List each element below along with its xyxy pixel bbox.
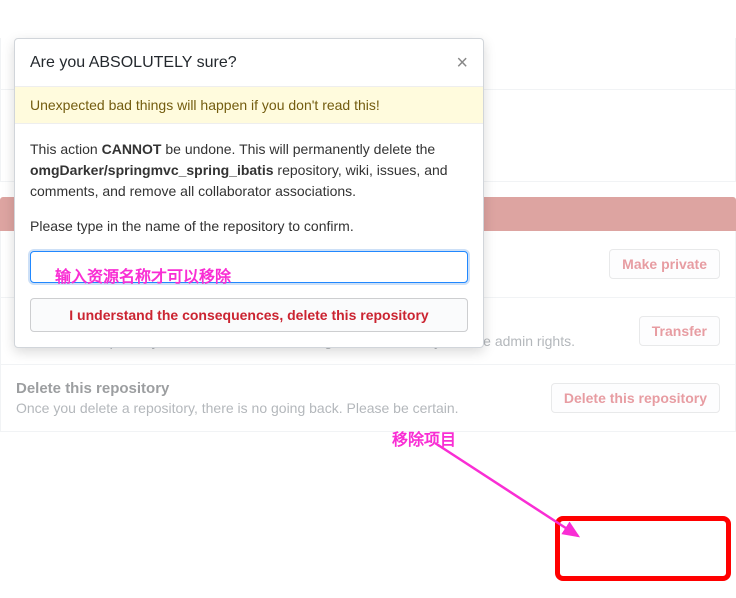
confirm-delete-button[interactable]: I understand the consequences, delete th… <box>30 298 468 332</box>
modal-prompt: Please type in the name of the repositor… <box>30 216 468 237</box>
confirm-delete-modal: Are you ABSOLUTELY sure? × Unexpected ba… <box>14 38 484 348</box>
modal-body-text: This action CANNOT be undone. This will … <box>30 139 468 202</box>
close-icon[interactable]: × <box>456 53 468 73</box>
confirm-repo-name-input[interactable] <box>30 251 468 283</box>
modal-warning: Unexpected bad things will happen if you… <box>15 86 483 124</box>
modal-title: Are you ABSOLUTELY sure? <box>30 54 237 72</box>
